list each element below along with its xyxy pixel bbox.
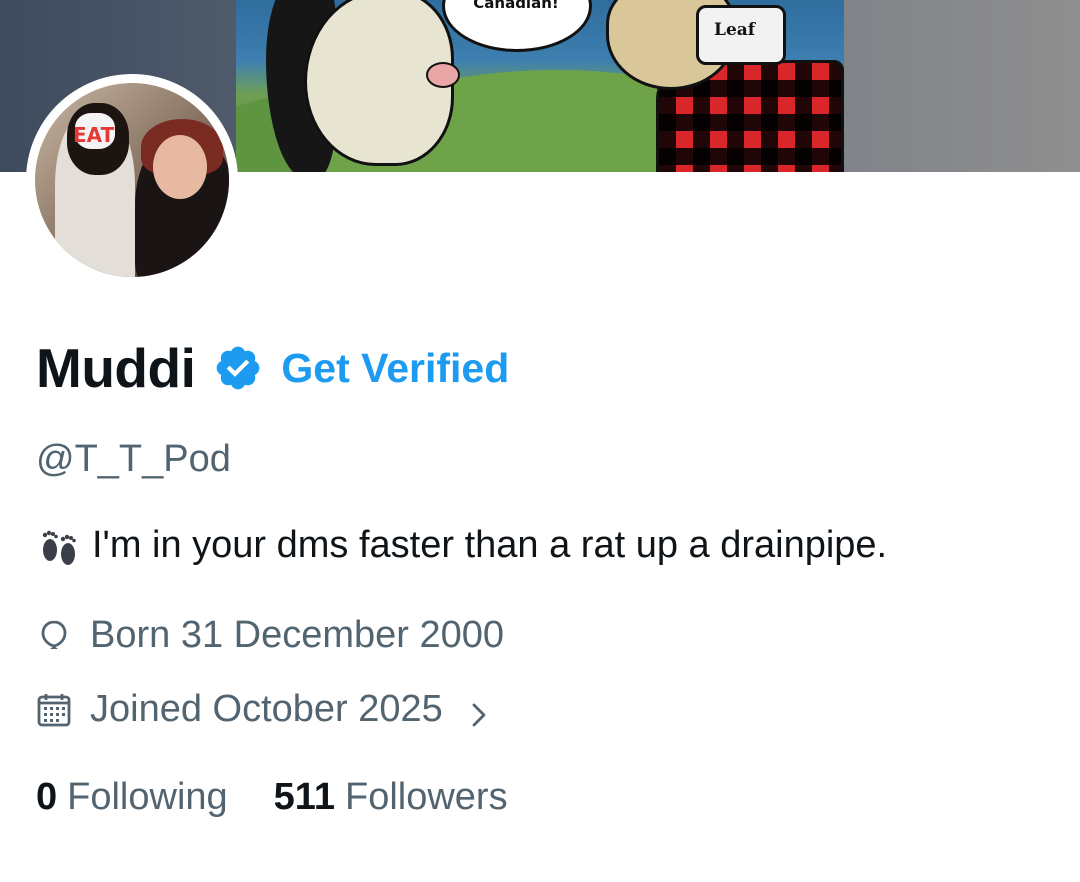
bio: I'm in your dms faster than a rat up a d…	[36, 522, 887, 568]
followers-label: Followers	[344, 776, 508, 818]
cap-text: Leaf	[714, 20, 756, 40]
follow-stats: 0 Following 511 Followers	[36, 776, 508, 819]
cartoon-lips	[426, 62, 460, 88]
get-verified-link[interactable]: Get Verified	[281, 345, 509, 392]
following-count: 0	[36, 776, 58, 818]
user-handle: @T_T_Pod	[36, 438, 231, 480]
balloon-icon	[36, 618, 72, 654]
calendar-icon	[36, 692, 72, 728]
name-row: Muddi Get Verified	[36, 336, 509, 400]
avatar-cap-text: EAT	[73, 123, 115, 147]
followers-count: 511	[273, 776, 335, 818]
speech-bubble-text: Canadian!	[473, 0, 559, 12]
chevron-right-icon[interactable]	[465, 696, 493, 726]
avatar[interactable]: EAT	[35, 83, 229, 277]
followers-link[interactable]: 511 Followers	[274, 776, 508, 819]
birthday-row: Born 31 December 2000	[36, 614, 504, 657]
bio-text: I'm in your dms faster than a rat up a d…	[92, 523, 888, 566]
footprints-icon	[36, 522, 82, 568]
following-link[interactable]: 0 Following	[36, 776, 228, 819]
verified-badge-icon[interactable]	[213, 343, 263, 393]
born-text: Born 31 December 2000	[90, 614, 505, 656]
following-label: Following	[67, 776, 228, 818]
joined-text: Joined October 2025	[90, 688, 443, 730]
display-name: Muddi	[36, 337, 196, 399]
banner-cartoon-image: Canadian! Leaf	[236, 0, 844, 172]
joined-row[interactable]: Joined October 2025	[36, 688, 493, 731]
